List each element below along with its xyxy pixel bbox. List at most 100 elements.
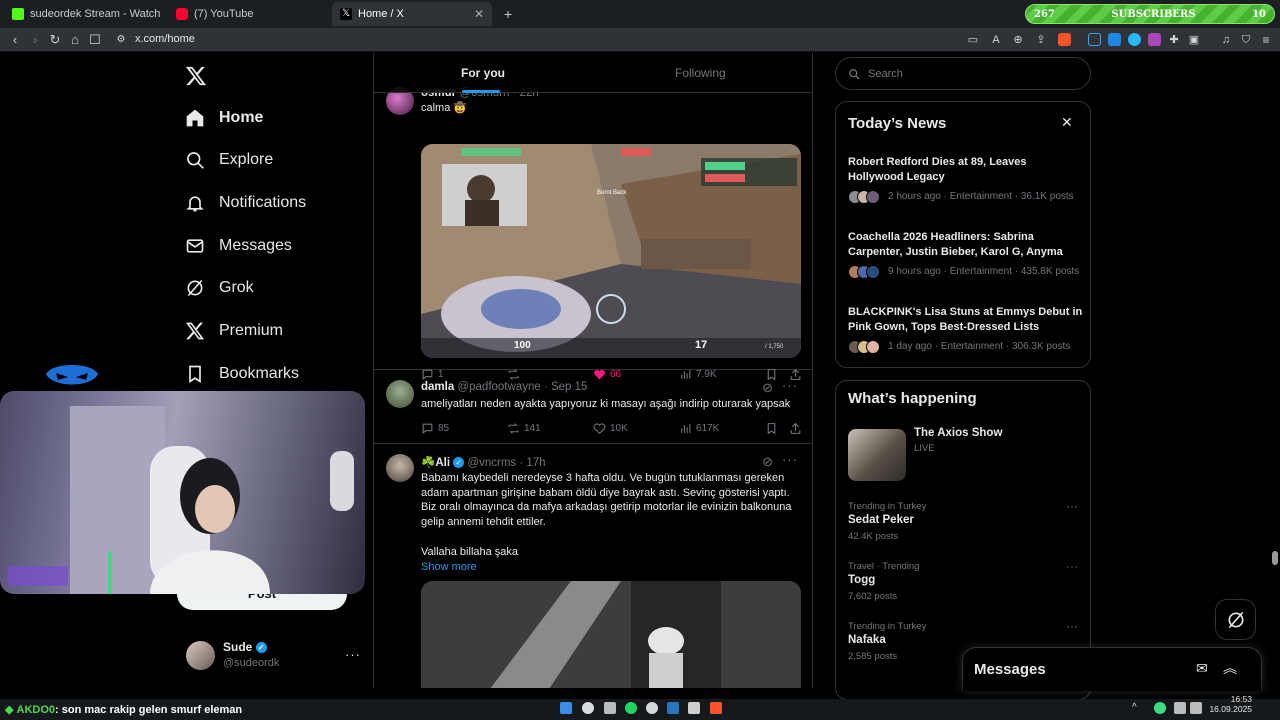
bookmark-tweet-button[interactable]	[765, 422, 778, 435]
trend-more-icon[interactable]: ···	[1066, 619, 1078, 633]
tweet-text: calma 🤠	[421, 102, 468, 114]
grok-explain-icon[interactable]: ⊘	[762, 454, 774, 470]
live-title[interactable]: The Axios Show	[914, 427, 1002, 439]
tray-overflow-icon[interactable]: ^	[1132, 702, 1144, 714]
news-headline[interactable]: BLACKPINK's Lisa Stuns at Emmys Debut in…	[848, 305, 1084, 334]
mic-icon[interactable]	[1154, 702, 1166, 714]
search-input[interactable]: Search	[835, 57, 1091, 90]
tweet[interactable]: osmur @osmurn · 22h calma 🤠 Burnt Back 1…	[374, 73, 812, 381]
share-icon	[790, 422, 801, 434]
tweet-actions: 85 141 10K 617K	[421, 422, 801, 438]
taskbar-app-icon[interactable]	[646, 702, 658, 714]
account-menu-icon[interactable]: ···	[345, 647, 361, 662]
game-health: 100	[514, 340, 531, 351]
mail-icon	[186, 239, 204, 253]
feed-tabs: For you Following	[374, 53, 812, 93]
tab-title: sudeordek Stream - Watch Live on Ki	[30, 8, 164, 20]
new-tab-button[interactable]: +	[496, 2, 516, 26]
trend-name[interactable]: Sedat Peker	[848, 514, 914, 526]
news-avatars	[848, 340, 884, 354]
tweet-media-video[interactable]	[421, 581, 801, 688]
extension-2-icon[interactable]	[1108, 33, 1121, 46]
translate-icon[interactable]: A	[988, 32, 1004, 48]
menu-icon[interactable]: ≡	[1258, 32, 1274, 48]
share-tweet-button[interactable]	[789, 422, 802, 435]
tweet-more-icon[interactable]: ···	[782, 378, 798, 393]
close-icon[interactable]: ✕	[1061, 114, 1073, 131]
card-title: What’s happening	[848, 390, 977, 407]
start-menu-icon[interactable]	[560, 702, 572, 714]
tweet-more-icon[interactable]: ···	[782, 452, 798, 467]
trend-name[interactable]: Togg	[848, 574, 875, 586]
taskbar-download-icon[interactable]	[604, 702, 616, 714]
forward-icon[interactable]: ›	[27, 32, 43, 48]
tab-youtube[interactable]: (7) YouTube	[168, 2, 328, 26]
trend-more-icon[interactable]: ···	[1066, 559, 1078, 573]
tab-following[interactable]: Following	[675, 66, 726, 80]
steam-icon[interactable]	[667, 702, 679, 714]
extension-3-icon[interactable]	[1128, 33, 1141, 46]
tab-x-home[interactable]: 𝕏 Home / X ✕	[332, 2, 492, 26]
like-button[interactable]: 10K	[593, 422, 628, 435]
reply-button[interactable]: 85	[421, 422, 449, 435]
share-icon[interactable]: ⇪	[1033, 32, 1049, 48]
zoom-icon[interactable]: ⊕	[1010, 32, 1026, 48]
grok-explain-icon[interactable]: ⊘	[762, 380, 774, 396]
media-icon[interactable]: ♫	[1218, 32, 1234, 48]
taskbar-search-icon[interactable]	[582, 702, 594, 714]
scrollbar-thumb[interactable]	[1272, 551, 1278, 565]
url-field[interactable]: x.com/home	[135, 33, 195, 45]
grok-button[interactable]	[1215, 599, 1256, 640]
tweet-media-video[interactable]: Burnt Back 100 17 / 1,750	[421, 144, 801, 358]
spotify-icon[interactable]	[625, 702, 637, 714]
tweet-avatar[interactable]	[386, 380, 414, 408]
account-handle: @sudeordk	[223, 657, 280, 669]
vpn-shield-icon[interactable]: ⛉	[1238, 32, 1254, 48]
home-browser-icon[interactable]: ⌂	[67, 32, 83, 48]
sidebar-item-messages[interactable]: Messages	[185, 231, 292, 261]
account-avatar[interactable]	[186, 641, 215, 670]
close-tab-icon[interactable]: ✕	[474, 7, 484, 21]
network-icon[interactable]	[1174, 702, 1186, 714]
brave-taskbar-icon[interactable]	[710, 702, 722, 714]
trend-more-icon[interactable]: ···	[1066, 499, 1078, 513]
brave-shield-icon[interactable]	[1058, 33, 1071, 46]
sidebar-item-home[interactable]: Home	[185, 103, 263, 133]
news-headline[interactable]: Coachella 2026 Headliners: Sabrina Carpe…	[848, 230, 1084, 259]
extensions-puzzle-icon[interactable]: ✚	[1166, 32, 1182, 48]
x-favicon-icon: 𝕏	[340, 8, 352, 20]
sidebar-item-grok[interactable]: Grok	[185, 273, 254, 303]
volume-icon[interactable]	[1190, 702, 1202, 714]
messages-drawer-title: Messages	[974, 661, 1046, 678]
tab-kick-stream[interactable]: sudeordek Stream - Watch Live on Ki	[4, 2, 164, 26]
sidebar-item-bookmarks[interactable]: Bookmarks	[185, 359, 299, 389]
system-clock[interactable]: 16:53 16.09.2025	[1206, 694, 1252, 714]
new-message-icon[interactable]: ✉	[1196, 660, 1208, 677]
cast-icon[interactable]: ▭	[965, 32, 981, 48]
sidebar-item-premium[interactable]: Premium	[185, 316, 283, 346]
tweet-avatar[interactable]	[386, 454, 414, 482]
views-button[interactable]: 617K	[679, 422, 719, 435]
bookmark-page-icon[interactable]: ☐	[87, 32, 103, 48]
expand-icon[interactable]: ︽	[1223, 658, 1237, 678]
retweet-button[interactable]: 141	[507, 422, 541, 435]
live-thumbnail[interactable]	[848, 429, 906, 481]
reload-icon[interactable]: ↻	[47, 32, 63, 48]
sidebar-item-explore[interactable]: Explore	[185, 145, 273, 175]
back-icon[interactable]: ‹	[7, 32, 23, 48]
epic-games-icon[interactable]	[688, 702, 700, 714]
sidebar-item-notifications[interactable]: Notifications	[185, 188, 306, 218]
messages-drawer[interactable]: Messages ✉ ︽	[962, 647, 1262, 691]
tab-for-you[interactable]: For you	[461, 66, 505, 80]
extension-4-icon[interactable]	[1148, 33, 1161, 46]
sidebar-toggle-icon[interactable]: ▣	[1186, 32, 1202, 48]
tweet[interactable]: damla @padfootwayne · Sep 15 ⊘ ··· ameli…	[374, 370, 812, 444]
page-scrollbar[interactable]	[1270, 53, 1280, 689]
show-more-link[interactable]: Show more	[421, 560, 477, 575]
sidebar-item-label: Home	[219, 109, 264, 126]
site-settings-icon[interactable]: ⚙	[113, 32, 129, 48]
x-logo-icon[interactable]	[185, 65, 207, 87]
extension-1-icon[interactable]	[1088, 33, 1101, 46]
news-headline[interactable]: Robert Redford Dies at 89, Leaves Hollyw…	[848, 155, 1084, 184]
trend-name[interactable]: Nafaka	[848, 634, 886, 646]
